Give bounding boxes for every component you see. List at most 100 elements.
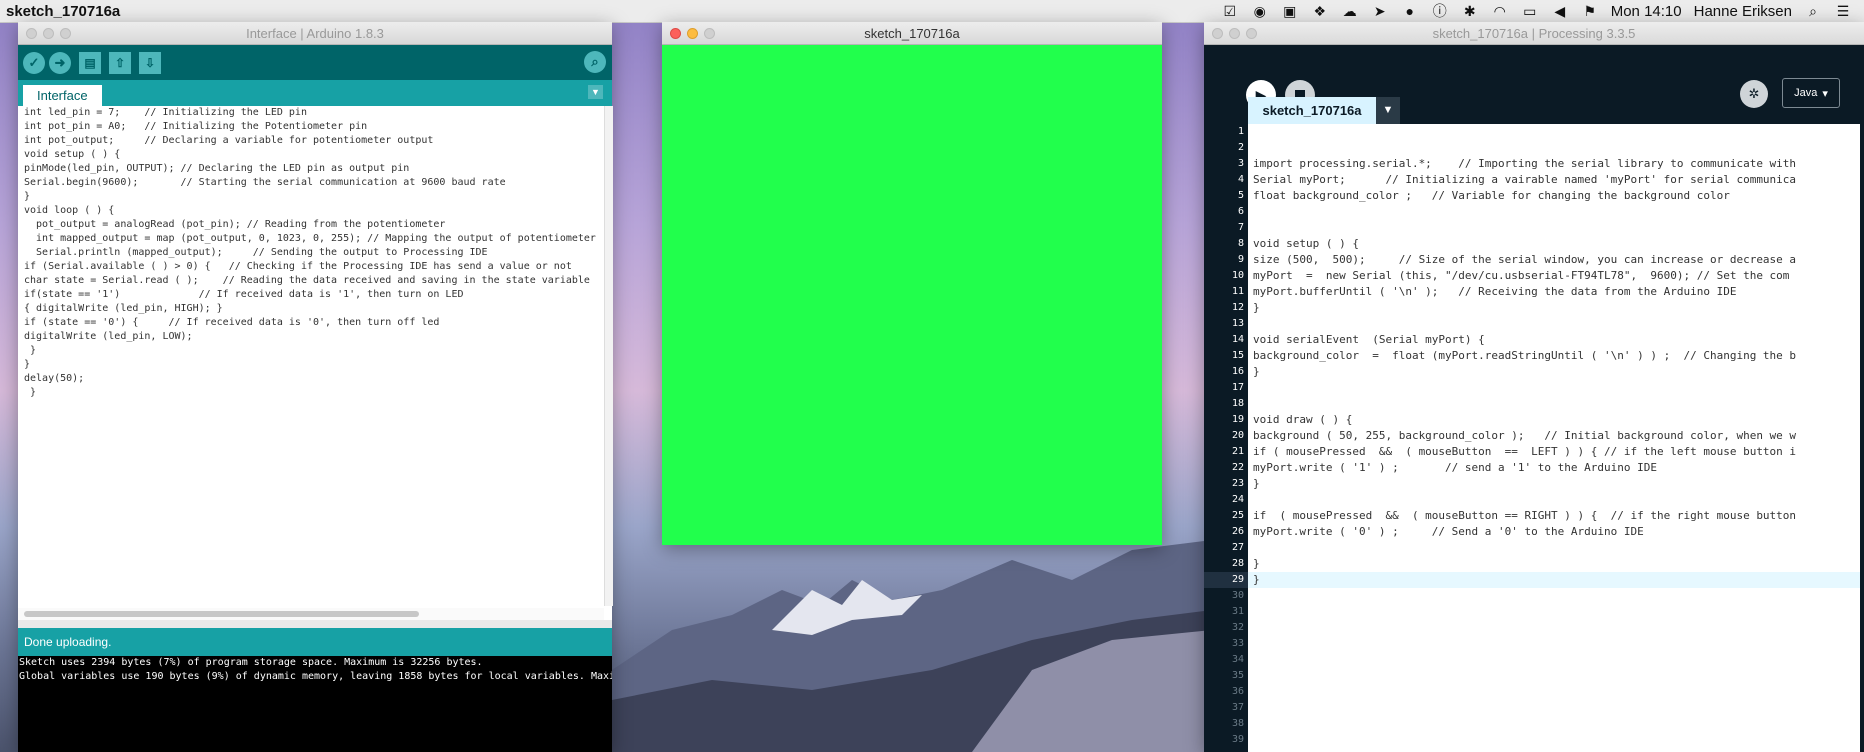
processing-titlebar[interactable]: sketch_170716a | Processing 3.3.5 bbox=[1204, 22, 1864, 45]
code-line: digitalWrite (led_pin, LOW); bbox=[24, 331, 193, 342]
code-line: int led_pin = 7; // Initializing the LED… bbox=[24, 107, 307, 118]
save-sketch-button[interactable]: ⇩ bbox=[139, 51, 161, 74]
cloud-icon[interactable]: ☁ bbox=[1341, 2, 1359, 20]
desktop-wallpaper-mountains bbox=[612, 540, 1212, 752]
open-sketch-button[interactable]: ⇧ bbox=[109, 51, 131, 74]
minimize-icon[interactable] bbox=[43, 27, 54, 39]
line-number: 9 bbox=[1237, 254, 1244, 265]
processing-window-controls bbox=[1212, 27, 1257, 39]
tab-interface[interactable]: Interface bbox=[23, 85, 102, 106]
minimize-icon[interactable] bbox=[1229, 27, 1240, 39]
arduino-code-editor[interactable]: int led_pin = 7; // Initializing the LED… bbox=[18, 106, 604, 578]
line-number: 15 bbox=[1231, 350, 1244, 361]
flag-icon[interactable]: ⚑ bbox=[1581, 2, 1599, 20]
close-icon[interactable] bbox=[26, 27, 37, 39]
line-number: 12 bbox=[1231, 302, 1244, 313]
line-number: 8 bbox=[1237, 238, 1244, 249]
code-line: if (state == '0') { // If received data … bbox=[24, 317, 440, 328]
tab-sketch[interactable]: sketch_170716a bbox=[1248, 97, 1376, 124]
line-number: 35 bbox=[1231, 670, 1244, 681]
line-number: 6 bbox=[1237, 206, 1244, 217]
code-line: if ( mousePressed && ( mouseButton == RI… bbox=[1253, 509, 1797, 522]
code-line: Serial myPort; // Initializing a vairabl… bbox=[1253, 173, 1797, 186]
code-line: float background_color ; // Variable for… bbox=[1253, 189, 1730, 202]
line-number: 18 bbox=[1231, 398, 1244, 409]
info-icon[interactable]: ⓘ bbox=[1431, 2, 1449, 20]
location-arrow-icon[interactable]: ➤ bbox=[1371, 2, 1389, 20]
code-line: } bbox=[1253, 365, 1260, 378]
line-number: 26 bbox=[1231, 526, 1244, 537]
processing-ide-window: sketch_170716a | Processing 3.3.5 ▶ ✲ Ja… bbox=[1204, 22, 1864, 752]
code-line: if(state == '1') // If received data is … bbox=[24, 289, 464, 300]
serial-monitor-button[interactable]: ⌕ bbox=[584, 51, 606, 73]
menubar-user[interactable]: Hanne Eriksen bbox=[1694, 3, 1792, 20]
line-number: 33 bbox=[1231, 638, 1244, 649]
new-sketch-button[interactable]: ▤ bbox=[79, 51, 101, 74]
line-number: 38 bbox=[1231, 718, 1244, 729]
arduino-titlebar[interactable]: Interface | Arduino 1.8.3 bbox=[18, 22, 612, 45]
arduino-code: int led_pin = 7; // Initializing the LED… bbox=[18, 106, 604, 400]
menubar-status-area: ☑ ◉ ▣ ❖ ☁ ➤ ● ⓘ ✱ ◠ ▭ ◀ ⚑ Mon 14:10 Hann… bbox=[1221, 2, 1852, 20]
code-line: } bbox=[24, 387, 37, 398]
close-icon[interactable] bbox=[670, 27, 681, 39]
menu-icon[interactable]: ☰ bbox=[1834, 2, 1852, 20]
line-number: 31 bbox=[1231, 606, 1244, 617]
line-number-gutter: 1 2 3 4 5 6 7 8 9 10 11 12 13 14 15 16 17 18 19 20 21 22 23 24 2… bbox=[1204, 124, 1248, 752]
zoom-icon[interactable] bbox=[1246, 27, 1257, 39]
volume-icon[interactable]: ◀ bbox=[1551, 2, 1569, 20]
line-number: 34 bbox=[1231, 654, 1244, 665]
sketch-window-controls bbox=[670, 27, 715, 39]
zoom-icon[interactable] bbox=[704, 27, 715, 39]
arduino-window-title: Interface | Arduino 1.8.3 bbox=[246, 25, 384, 41]
menubar-app-name[interactable]: sketch_170716a bbox=[6, 3, 120, 20]
console-line: Global variables use 190 bytes (9%) of d… bbox=[19, 671, 612, 682]
arduino-scroll-thumb[interactable] bbox=[24, 611, 419, 617]
line-number: 11 bbox=[1231, 286, 1244, 297]
arduino-status-bar: Done uploading. bbox=[18, 628, 612, 656]
arduino-pane-divider[interactable] bbox=[18, 620, 612, 628]
code-line: import processing.serial.*; // Importing… bbox=[1253, 157, 1797, 170]
airplay-icon[interactable]: ▭ bbox=[1521, 2, 1539, 20]
tab-menu-button[interactable]: ▼ bbox=[1376, 97, 1400, 124]
code-line: } bbox=[24, 191, 31, 202]
line-number: 16 bbox=[1231, 366, 1244, 377]
calendar-icon[interactable]: ▣ bbox=[1281, 2, 1299, 20]
check-icon[interactable]: ☑ bbox=[1221, 2, 1239, 20]
processing-vertical-scrollbar[interactable] bbox=[1860, 124, 1864, 752]
line-number: 3 bbox=[1237, 158, 1244, 169]
code-line: int mapped_output = map (pot_output, 0, … bbox=[24, 233, 596, 244]
upload-button[interactable]: ➜ bbox=[49, 51, 71, 74]
processing-code-editor[interactable]: import processing.serial.*; // Importing… bbox=[1248, 124, 1860, 752]
sketch-titlebar[interactable]: sketch_170716a bbox=[662, 22, 1162, 45]
code-line: } bbox=[1248, 572, 1860, 588]
wifi-icon[interactable]: ◠ bbox=[1491, 2, 1509, 20]
code-line: myPort = new Serial (this, "/dev/cu.usbs… bbox=[1253, 269, 1790, 282]
sketch-canvas[interactable] bbox=[662, 45, 1162, 546]
arduino-horizontal-scrollbar[interactable] bbox=[18, 608, 604, 620]
tab-menu-button[interactable]: ▼ bbox=[588, 85, 603, 99]
minimize-icon[interactable] bbox=[687, 27, 698, 39]
camera-icon[interactable]: ◉ bbox=[1251, 2, 1269, 20]
dropbox-icon[interactable]: ❖ bbox=[1311, 2, 1329, 20]
line-number: 27 bbox=[1231, 542, 1244, 553]
line-number: 28 bbox=[1231, 558, 1244, 569]
verify-button[interactable]: ✓ bbox=[23, 51, 45, 74]
close-icon[interactable] bbox=[1212, 27, 1223, 39]
code-line: void setup ( ) { bbox=[1253, 237, 1359, 250]
code-line: } bbox=[24, 345, 37, 356]
search-icon[interactable]: ⌕ bbox=[1804, 2, 1822, 20]
arduino-vertical-scrollbar[interactable] bbox=[604, 106, 613, 606]
arduino-console[interactable]: Sketch uses 2394 bytes (7%) of program s… bbox=[18, 656, 612, 752]
processing-window-title: sketch_170716a | Processing 3.3.5 bbox=[1432, 25, 1636, 41]
bluetooth-icon[interactable]: ✱ bbox=[1461, 2, 1479, 20]
code-line: void setup ( ) { bbox=[24, 149, 121, 160]
line-number: 2 bbox=[1237, 142, 1244, 153]
line-number: 22 bbox=[1231, 462, 1244, 473]
line-number: 29 bbox=[1204, 572, 1248, 588]
sketch-output-window: sketch_170716a bbox=[662, 22, 1162, 545]
record-icon[interactable]: ● bbox=[1401, 2, 1419, 20]
zoom-icon[interactable] bbox=[60, 27, 71, 39]
menubar-clock[interactable]: Mon 14:10 bbox=[1611, 3, 1682, 20]
